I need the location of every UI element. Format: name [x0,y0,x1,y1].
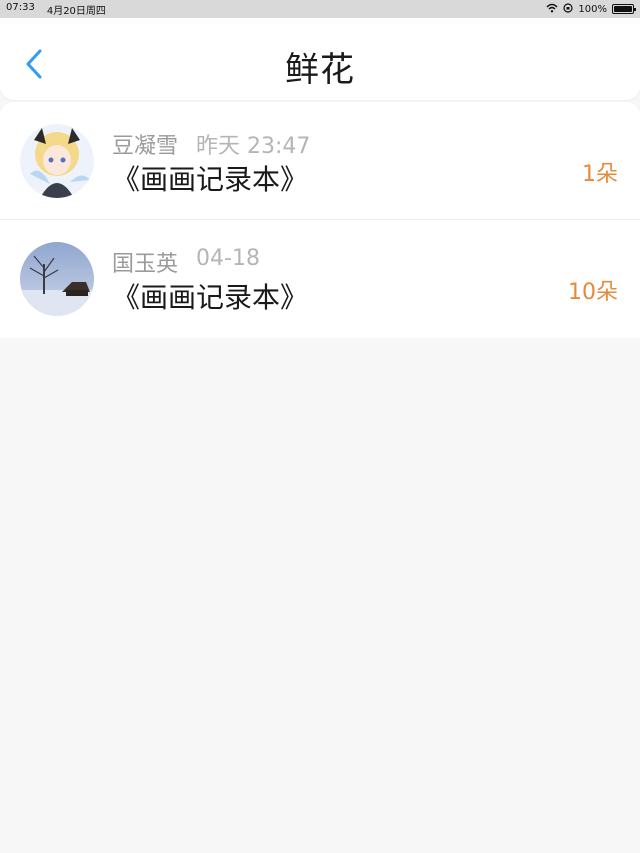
sender-name: 国玉英 [112,252,179,277]
status-time: 07:33 [6,1,35,13]
item-meta: 国玉英 04-18 [112,246,260,278]
list-item[interactable]: 国玉英 04-18 《画画记录本》 10朵 [0,220,640,338]
page-title: 鲜花 [285,50,355,90]
navigation-bar: 鲜花 [0,18,640,100]
status-bar: 07:33 4月20日周四 100% [0,0,640,18]
battery-fill [614,6,632,12]
orientation-lock-icon [563,2,574,16]
sent-time: 04-18 [196,246,260,271]
wifi-icon [546,3,558,16]
flower-count: 10朵 [568,280,618,305]
item-meta: 豆凝雪 昨天 23:47 [112,128,310,160]
avatar[interactable] [20,124,94,198]
battery-icon [612,4,636,14]
list-item[interactable]: 豆凝雪 昨天 23:47 《画画记录本》 1朵 [0,102,640,220]
battery-percent: 100% [578,3,607,15]
status-date: 4月20日周四 [46,5,106,17]
sender-name: 豆凝雪 [112,134,179,159]
avatar[interactable] [20,242,94,316]
flower-list: 豆凝雪 昨天 23:47 《画画记录本》 1朵 国玉英 04-18 《画画记录本… [0,102,640,338]
flower-count: 1朵 [582,162,618,187]
sent-time: 昨天 23:47 [196,134,311,159]
book-title: 《画画记录本》 [112,281,309,314]
book-title: 《画画记录本》 [112,163,309,196]
